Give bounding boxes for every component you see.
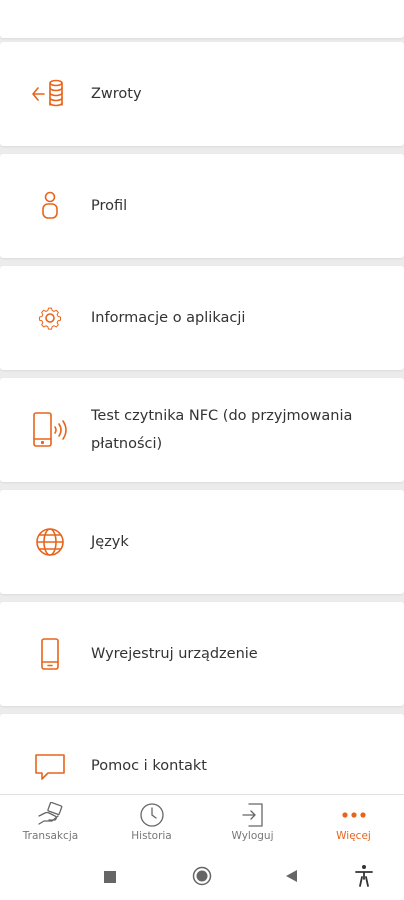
tab-label: Historia xyxy=(131,830,172,842)
menu-item-label: Zwroty xyxy=(91,86,142,102)
menu-item-label: Język xyxy=(91,534,129,550)
menu-item-label: Informacje o aplikacji xyxy=(91,310,246,326)
menu-item-label: Profil xyxy=(91,198,128,214)
system-navigation-bar xyxy=(0,852,404,900)
refund-coins-icon xyxy=(30,76,70,112)
menu-card-partial xyxy=(0,0,404,38)
menu-item-app-info[interactable]: Informacje o aplikacji xyxy=(0,266,404,370)
menu-item-label: Wyrejestruj urządzenie xyxy=(91,646,258,662)
logout-icon xyxy=(238,801,268,829)
tab-label: Więcej xyxy=(336,830,371,842)
tab-label: Transakcja xyxy=(22,830,79,842)
bottom-tab-bar: Transakcja Historia Wyloguj Więcej xyxy=(0,794,404,853)
phone-icon xyxy=(30,636,70,672)
menu-item-unregister-device[interactable]: Wyrejestruj urządzenie xyxy=(0,602,404,706)
menu-item-nfc-test[interactable]: Test czytnika NFC (do przyjmowania płatn… xyxy=(0,378,404,482)
menu-item-profile[interactable]: Profil xyxy=(0,154,404,258)
clock-icon xyxy=(137,801,167,829)
tab-label: Wyloguj xyxy=(231,830,274,842)
menu-item-label: Test czytnika NFC (do przyjmowania płatn… xyxy=(91,408,353,452)
square-icon[interactable] xyxy=(103,869,117,888)
tab-more[interactable]: Więcej xyxy=(303,795,404,853)
hand-card-icon xyxy=(36,801,66,829)
menu-item-label: Pomoc i kontakt xyxy=(91,758,207,774)
back-triangle-icon[interactable] xyxy=(284,868,300,888)
menu-item-language[interactable]: Język xyxy=(0,490,404,594)
person-icon xyxy=(30,188,70,224)
tab-history[interactable]: Historia xyxy=(101,795,202,853)
more-dots-icon xyxy=(339,801,369,829)
nfc-phone-icon xyxy=(30,412,70,448)
menu-item-refunds[interactable]: Zwroty xyxy=(0,42,404,146)
globe-icon xyxy=(30,524,70,560)
tab-transaction[interactable]: Transakcja xyxy=(0,795,101,853)
gear-icon xyxy=(30,300,70,336)
circle-home-icon[interactable] xyxy=(192,866,212,890)
tab-logout[interactable]: Wyloguj xyxy=(202,795,303,853)
accessibility-icon[interactable] xyxy=(353,864,375,892)
chat-icon xyxy=(30,748,70,784)
